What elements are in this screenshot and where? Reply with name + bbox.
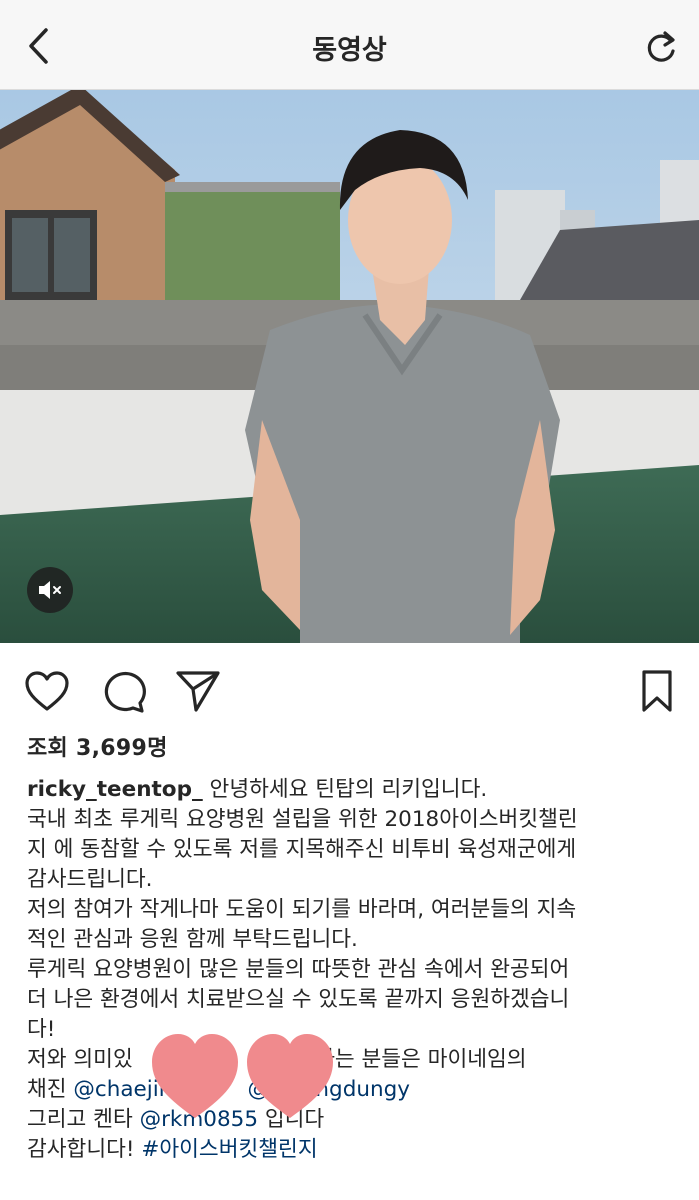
caption-line: 적인 관심과 응원 함께 부탁드립니다. <box>27 927 358 952</box>
post-caption: ricky_teentop_ 안녕하세요 틴탑의 리키입니다. 국내 최초 루게… <box>27 775 677 1165</box>
caption-line: 감사드립니다. <box>27 867 153 892</box>
share-button[interactable] <box>173 666 223 716</box>
heart-icon <box>25 671 69 711</box>
caption-text: 그리고 켄타 <box>27 1107 140 1132</box>
caption-line: 국내 최초 루게릭 요양병원 설립을 위한 2018아이스버킷챌린 <box>27 807 578 832</box>
mention-link[interactable]: @chaejin <box>73 1077 172 1102</box>
caption-line: 감사합니다! #아이스버킷챌린지 <box>27 1135 677 1165</box>
caption-text <box>172 1077 247 1102</box>
bookmark-icon <box>642 670 672 712</box>
speaker-muted-icon <box>39 581 61 599</box>
caption-line: 다! <box>27 1017 56 1042</box>
caption-line: 저의 참여가 작게나마 도움이 되기를 바라며, 여러분들의 지속 <box>27 897 577 922</box>
action-bar <box>0 660 699 716</box>
save-button[interactable] <box>632 666 682 716</box>
paper-plane-icon <box>176 671 220 712</box>
like-button[interactable] <box>22 666 72 716</box>
video-frame <box>0 90 699 643</box>
caption-line: 채진 @chaejin @sarangdungy <box>27 1075 677 1105</box>
mention-link[interactable]: @sarangdungy <box>248 1077 410 1102</box>
refresh-button[interactable] <box>639 26 683 70</box>
caption-text: 안녕하세요 틴탑의 리키입니다. <box>202 777 488 802</box>
caption-line: 지 에 동참할 수 있도록 저를 지목해주신 비투비 육성재군에게 <box>27 837 577 862</box>
comment-button[interactable] <box>98 666 148 716</box>
top-navbar: 동영상 <box>0 0 699 90</box>
username-link[interactable]: ricky_teentop_ <box>27 777 203 802</box>
refresh-icon <box>647 31 675 62</box>
caption-text: 입니다 <box>258 1107 325 1132</box>
caption-text: 채진 <box>27 1077 74 1102</box>
video-player[interactable] <box>0 90 699 643</box>
view-count: 조회 3,699명 <box>27 736 168 761</box>
caption-line: ricky_teentop_ 안녕하세요 틴탑의 리키입니다. <box>27 775 677 805</box>
caption-line: 더 나은 환경에서 치료받으실 수 있도록 끝까지 응원하겠습니 <box>27 987 570 1012</box>
comment-icon <box>104 671 146 713</box>
caption-line: 저와 의미있 했으면 하는 분들은 마이네임의 <box>27 1047 527 1072</box>
caption-text: 감사합니다! <box>27 1137 142 1162</box>
page-title: 동영상 <box>312 35 387 66</box>
mute-toggle[interactable] <box>27 567 73 613</box>
hashtag-link[interactable]: #아이스버킷챌린지 <box>141 1137 317 1162</box>
mention-link[interactable]: @rkm0855 <box>140 1107 258 1132</box>
caption-line: 루게릭 요양병원이 많은 분들의 따뜻한 관심 속에서 완공되어 <box>27 957 570 982</box>
caption-line: 그리고 켄타 @rkm0855 입니다 <box>27 1105 677 1135</box>
